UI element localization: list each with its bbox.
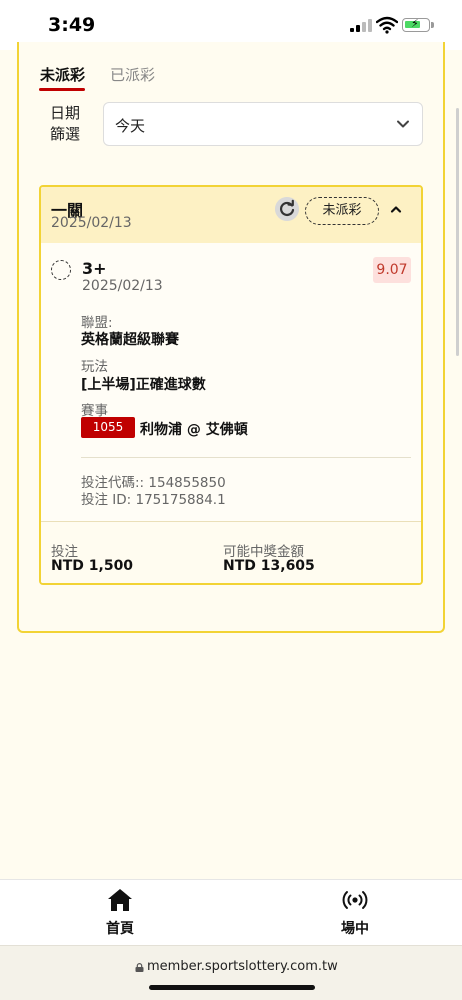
bet-card-header[interactable]: 一關 2025/02/13 未派彩: [41, 187, 421, 243]
selection-date: 2025/02/13: [82, 278, 163, 294]
home-indicator[interactable]: [149, 985, 315, 990]
stake-label: 投注: [51, 544, 78, 560]
wifi-icon: [376, 16, 398, 34]
bet-id: 投注 ID: 175175884.1: [81, 492, 226, 508]
bet-footer: 投注 NTD 1,500 可能中獎金額 NTD 13,605: [41, 521, 421, 583]
scroll-indicator[interactable]: [456, 108, 459, 356]
market-label: 玩法: [81, 359, 108, 375]
status-time: 3:49: [48, 14, 96, 36]
nav-home[interactable]: 首頁: [80, 880, 160, 946]
pending-status-icon: [51, 260, 71, 280]
nav-live[interactable]: 場中: [315, 880, 395, 946]
live-broadcast-icon: [342, 891, 368, 909]
lock-icon: [135, 963, 144, 972]
refresh-icon[interactable]: [275, 197, 299, 221]
status-badge: 未派彩: [305, 197, 379, 225]
market-value: [上半場]正確進球數: [81, 377, 206, 393]
selection-name: 3+: [82, 259, 107, 278]
event-label: 賽事: [81, 403, 108, 419]
stake-value: NTD 1,500: [51, 558, 134, 574]
browser-url-bar[interactable]: member.sportslottery.com.tw: [0, 945, 462, 1000]
bottom-nav: 首頁 場中: [0, 879, 462, 945]
url-text: member.sportslottery.com.tw: [147, 959, 338, 974]
match-code-badge: 1055: [81, 417, 135, 438]
home-icon: [108, 889, 132, 911]
nav-home-label: 首頁: [106, 921, 134, 937]
chevron-down-icon: [397, 120, 409, 128]
payout-label: 可能中獎金額: [223, 544, 304, 560]
battery-icon: ⚡: [402, 17, 430, 32]
date-filter-select[interactable]: 今天: [103, 102, 423, 146]
odds-badge: 9.07: [373, 257, 411, 283]
date-filter-value: 今天: [115, 117, 146, 135]
league-label: 聯盟:: [81, 315, 113, 331]
nav-live-label: 場中: [341, 921, 369, 937]
chevron-up-icon[interactable]: [389, 202, 403, 216]
match-name: 利物浦 @ 艾佛頓: [140, 422, 248, 438]
bet-card: 一關 2025/02/13 未派彩 3+ 2025/02/13 9.07 聯盟:…: [39, 185, 423, 585]
tab-settled[interactable]: 已派彩: [110, 64, 155, 85]
date-filter-label: 日期篩選: [50, 104, 81, 143]
divider: [81, 457, 411, 458]
cellular-signal-icon: [350, 19, 372, 32]
payout-value: NTD 13,605: [223, 558, 315, 574]
tab-unsettled[interactable]: 未派彩: [38, 64, 86, 91]
league-value: 英格蘭超級聯賽: [81, 332, 179, 348]
battery-tip: [431, 22, 434, 28]
bet-date: 2025/02/13: [51, 215, 132, 231]
